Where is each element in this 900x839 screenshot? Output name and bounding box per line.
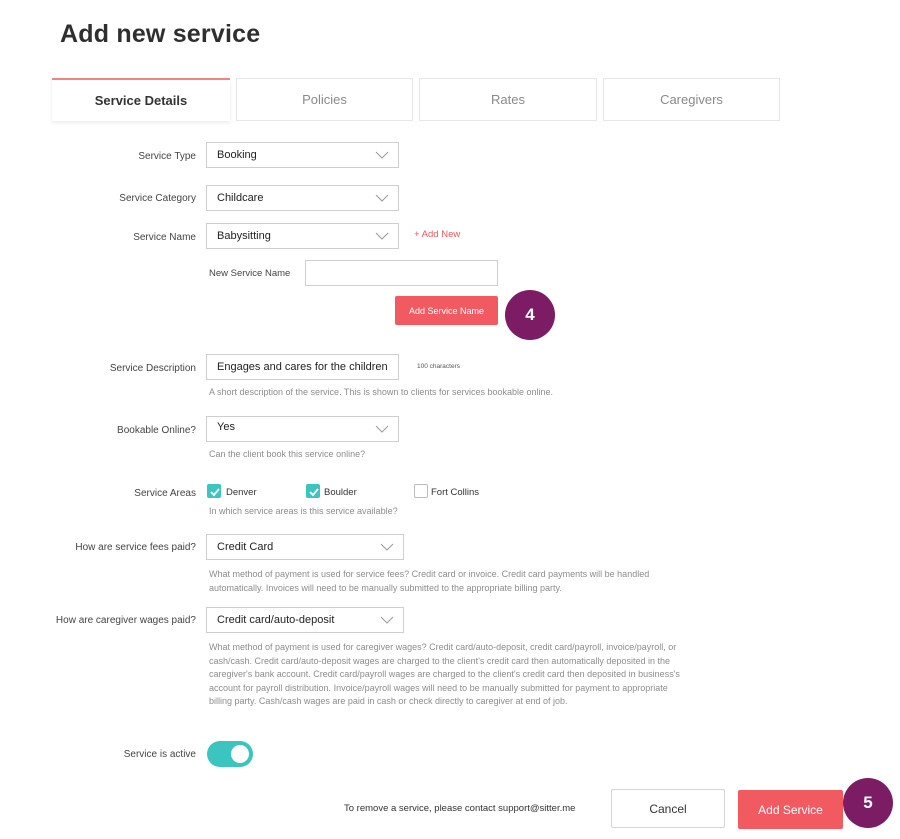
step-badge-5: 5	[843, 778, 893, 828]
check-icon	[210, 488, 220, 497]
service-category-value: Childcare	[217, 192, 264, 204]
service-name-value: Babysitting	[217, 230, 271, 242]
helper-line: cash/cash. Credit card/auto-deposit wage…	[209, 655, 670, 666]
check-icon	[309, 488, 319, 497]
helper-line: What method of payment is used for careg…	[209, 642, 677, 652]
add-new-link[interactable]: + Add New	[414, 229, 460, 240]
tab-caregivers[interactable]: Caregivers	[603, 78, 780, 121]
denver-label: Denver	[226, 487, 257, 498]
caregiver-wages-select[interactable]: Credit card/auto-deposit	[206, 607, 404, 633]
character-counter: 100 characters	[417, 363, 460, 370]
service-fees-select[interactable]: Credit Card	[206, 534, 404, 560]
helper-line: What method of payment is used for servi…	[209, 569, 650, 579]
service-type-label: Service Type	[138, 151, 196, 162]
service-description-value: Engages and cares for the children	[217, 361, 388, 373]
service-name-select[interactable]: Babysitting	[206, 223, 399, 249]
add-service-button[interactable]: Add Service	[738, 790, 843, 829]
chevron-down-icon	[375, 232, 389, 240]
new-service-name-label: New Service Name	[209, 268, 291, 279]
helper-line: account for payroll distribution. Invoic…	[209, 682, 668, 693]
boulder-label: Boulder	[324, 487, 357, 498]
boulder-checkbox[interactable]	[306, 484, 320, 498]
chevron-down-icon	[380, 616, 394, 624]
caregiver-wages-value: Credit card/auto-deposit	[217, 614, 335, 626]
chevron-down-icon	[380, 543, 394, 551]
chevron-down-icon	[375, 151, 389, 159]
caregiver-wages-label: How are caregiver wages paid?	[55, 615, 196, 626]
new-service-name-input[interactable]	[305, 260, 498, 286]
helper-line: automatically. Invoices will need to be …	[209, 582, 562, 593]
service-category-label: Service Category	[119, 193, 196, 204]
service-category-select[interactable]: Childcare	[206, 185, 399, 211]
denver-checkbox[interactable]	[207, 484, 221, 498]
service-active-label: Service is active	[123, 749, 196, 760]
helper-line: caregiver's bank account. Credit card/pa…	[209, 669, 680, 679]
tab-rates[interactable]: Rates	[419, 78, 597, 121]
bookable-online-value: Yes	[217, 421, 235, 433]
step-badge-4: 4	[505, 290, 555, 340]
helper-line: billing party. Cash/cash wages are paid …	[209, 696, 568, 706]
tab-policies[interactable]: Policies	[236, 78, 413, 121]
fort-collins-label: Fort Collins	[431, 487, 480, 498]
service-description-label: Service Description	[109, 363, 196, 374]
cancel-button[interactable]: Cancel	[611, 789, 725, 828]
service-description-helper: A short description of the service. This…	[209, 387, 554, 397]
toggle-knob	[231, 745, 249, 763]
service-areas-label: Service Areas	[134, 488, 196, 499]
service-description-input[interactable]: Engages and cares for the children	[206, 354, 399, 380]
add-service-name-button[interactable]: Add Service Name	[395, 296, 498, 325]
service-areas-helper: In which service areas is this service a…	[209, 506, 398, 516]
bookable-online-label: Bookable Online?	[117, 425, 196, 436]
service-fees-helper: What method of payment is used for servi…	[209, 568, 649, 595]
bookable-online-helper: Can the client book this service online?	[209, 449, 366, 459]
service-type-select[interactable]: Booking	[206, 142, 399, 168]
service-active-toggle[interactable]	[207, 741, 253, 767]
chevron-down-icon	[375, 425, 389, 433]
bookable-online-select[interactable]: Yes	[206, 416, 399, 442]
fort-collins-checkbox[interactable]	[414, 484, 428, 498]
service-name-label: Service Name	[133, 232, 196, 243]
service-fees-label: How are service fees paid?	[75, 542, 196, 553]
service-type-value: Booking	[217, 149, 257, 161]
service-fees-value: Credit Card	[217, 541, 274, 553]
page-title: Add new service	[60, 20, 261, 48]
caregiver-wages-helper: What method of payment is used for careg…	[209, 641, 680, 709]
remove-service-note: To remove a service, please contact supp…	[344, 803, 576, 814]
tab-service-details[interactable]: Service Details	[52, 78, 230, 121]
chevron-down-icon	[375, 194, 389, 202]
